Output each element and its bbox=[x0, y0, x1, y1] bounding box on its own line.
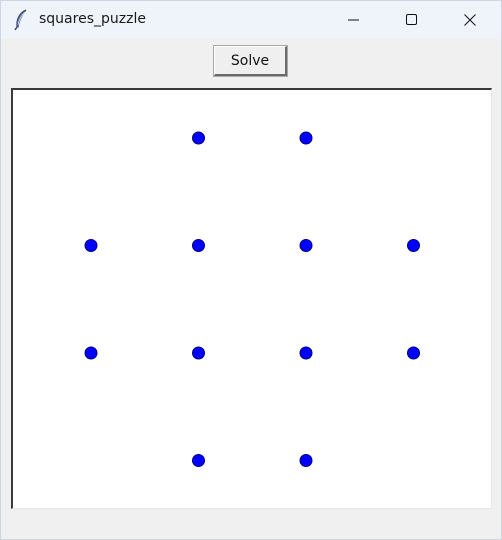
puzzle-dot-r2-c3[interactable] bbox=[407, 346, 420, 360]
feather-icon bbox=[13, 9, 29, 31]
puzzle-dot-r2-c2[interactable] bbox=[299, 346, 313, 360]
solve-button[interactable]: Solve bbox=[213, 45, 288, 77]
puzzle-dot-r3-c2[interactable] bbox=[299, 454, 313, 467]
app-window: squares_puzzle Solve bbox=[0, 0, 502, 540]
close-icon bbox=[464, 11, 476, 30]
puzzle-dot-r2-c0[interactable] bbox=[84, 346, 98, 360]
minimize-icon bbox=[348, 11, 360, 30]
puzzle-dot-r1-c2[interactable] bbox=[299, 239, 313, 252]
puzzle-dot-r2-c1[interactable] bbox=[192, 346, 205, 360]
puzzle-dot-r1-c3[interactable] bbox=[407, 239, 420, 252]
puzzle-dot-r1-c1[interactable] bbox=[192, 239, 205, 252]
dot-layer bbox=[84, 131, 420, 467]
maximize-button[interactable] bbox=[389, 1, 435, 39]
puzzle-dot-r0-c1[interactable] bbox=[192, 131, 205, 145]
puzzle-canvas[interactable] bbox=[11, 88, 492, 509]
puzzle-dot-r3-c1[interactable] bbox=[192, 454, 205, 467]
title-bar[interactable]: squares_puzzle bbox=[1, 1, 501, 39]
puzzle-dot-r0-c2[interactable] bbox=[299, 131, 313, 145]
minimize-button[interactable] bbox=[331, 1, 377, 39]
puzzle-dot-r1-c0[interactable] bbox=[84, 239, 98, 252]
close-button[interactable] bbox=[447, 1, 493, 39]
maximize-icon bbox=[406, 11, 418, 30]
window-title: squares_puzzle bbox=[39, 11, 146, 27]
